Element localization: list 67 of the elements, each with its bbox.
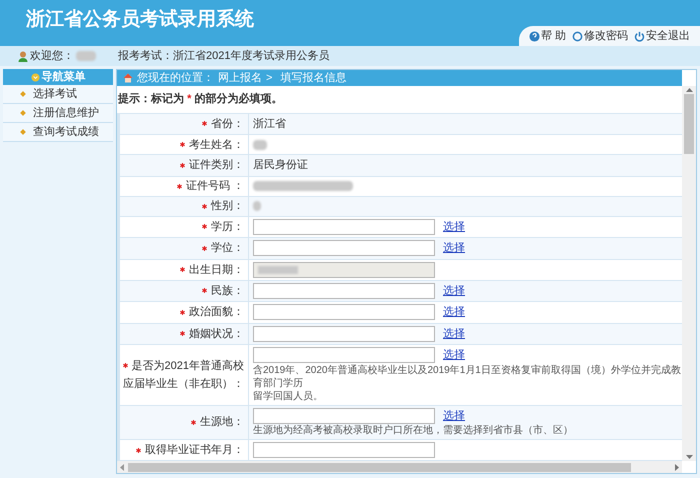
field-label: 应届毕业生（非在职）： bbox=[123, 376, 244, 392]
help-icon bbox=[528, 30, 540, 42]
choose-link[interactable]: 选择 bbox=[443, 304, 465, 320]
choose-link[interactable]: 选择 bbox=[443, 408, 465, 424]
field-label: 出生日期： bbox=[189, 262, 244, 278]
required-tip: 提示：标记为 * 的部分为必填项。 bbox=[117, 92, 284, 107]
sidebar-item[interactable]: 选择考试 bbox=[3, 85, 113, 104]
scroll-right-icon[interactable] bbox=[675, 464, 679, 470]
header-link[interactable]: 帮 助 bbox=[528, 28, 566, 44]
field-label: 证件类别： bbox=[189, 158, 244, 174]
scroll-thumb[interactable] bbox=[684, 94, 694, 154]
welcome-label: 欢迎您： bbox=[30, 48, 74, 64]
choose-link[interactable]: 选择 bbox=[443, 326, 465, 342]
choose-link[interactable]: 选择 bbox=[443, 282, 465, 299]
field-label: 是否为2021年普通高校 bbox=[132, 358, 244, 374]
field-label: 婚姻状况： bbox=[189, 326, 244, 342]
field-label: 性别： bbox=[211, 199, 244, 214]
input-field[interactable] bbox=[253, 326, 435, 342]
blurred-value bbox=[253, 201, 261, 211]
field-label: 生源地： bbox=[200, 415, 244, 430]
scroll-left-icon[interactable] bbox=[120, 464, 124, 470]
hint-text: 留学回国人员。 bbox=[253, 390, 324, 402]
input-field[interactable] bbox=[253, 240, 435, 256]
breadcrumb-prefix: 您现在的位置： bbox=[137, 70, 214, 86]
choose-link[interactable]: 选择 bbox=[443, 240, 465, 256]
exam-label: 报考考试：浙江省2021年度考试录用公务员 bbox=[118, 48, 330, 64]
input-field[interactable] bbox=[253, 304, 435, 320]
field-value: 浙江省 bbox=[253, 116, 286, 132]
hint-text: 生源地为经高考被高校录取时户口所在地，需要选择到省市县（市、区） bbox=[253, 424, 574, 437]
scroll-thumb[interactable] bbox=[128, 462, 631, 472]
scroll-up-icon[interactable] bbox=[686, 88, 692, 92]
breadcrumb-item: 网上报名 bbox=[218, 70, 262, 86]
field-label: 政治面貌： bbox=[189, 305, 244, 320]
input-field[interactable] bbox=[253, 347, 435, 364]
sidebar-title: 导航菜单 bbox=[42, 70, 86, 85]
header-link[interactable]: 安全退出 bbox=[634, 28, 690, 44]
field-label: 取得毕业证书年月： bbox=[145, 443, 244, 458]
input-field[interactable] bbox=[253, 442, 435, 458]
power-icon bbox=[634, 30, 645, 42]
vertical-scrollbar[interactable] bbox=[682, 86, 696, 461]
field-label: 证件号码 ： bbox=[186, 179, 244, 194]
field-value: 居民身份证 bbox=[253, 158, 308, 173]
home-icon bbox=[123, 73, 133, 83]
horizontal-scrollbar[interactable] bbox=[117, 461, 682, 473]
blurred-value bbox=[253, 140, 267, 150]
breadcrumb-item: 填写报名信息 bbox=[280, 70, 346, 86]
header-link[interactable]: 修改密码 bbox=[572, 28, 628, 44]
field-label: 学历： bbox=[211, 220, 244, 235]
choose-link[interactable]: 选择 bbox=[443, 347, 465, 364]
breadcrumb-separator: > bbox=[266, 70, 272, 86]
menu-dot-icon bbox=[30, 72, 40, 82]
field-label: 省份： bbox=[211, 116, 244, 132]
date-field[interactable] bbox=[253, 262, 435, 278]
user-icon bbox=[18, 50, 28, 62]
input-field[interactable] bbox=[253, 408, 435, 424]
system-title: 浙江省公务员考试录用系统 bbox=[26, 8, 254, 32]
field-label: 学位： bbox=[211, 241, 244, 256]
choose-link[interactable]: 选择 bbox=[443, 218, 465, 235]
input-field[interactable] bbox=[253, 282, 435, 299]
hint-text: 含2019年、2020年普通高校毕业生以及2019年1月1日至资格复审前取得国（境）外学位并完成教育部门学历 bbox=[253, 364, 682, 390]
sidebar-item[interactable]: 查询考试成绩 bbox=[3, 123, 113, 142]
field-label: 民族： bbox=[211, 284, 244, 299]
field-label: 考生姓名： bbox=[189, 138, 244, 152]
scroll-down-icon[interactable] bbox=[686, 455, 692, 459]
blurred-value bbox=[76, 51, 96, 61]
sidebar-item[interactable]: 注册信息维护 bbox=[3, 104, 113, 123]
input-field[interactable] bbox=[253, 218, 435, 235]
